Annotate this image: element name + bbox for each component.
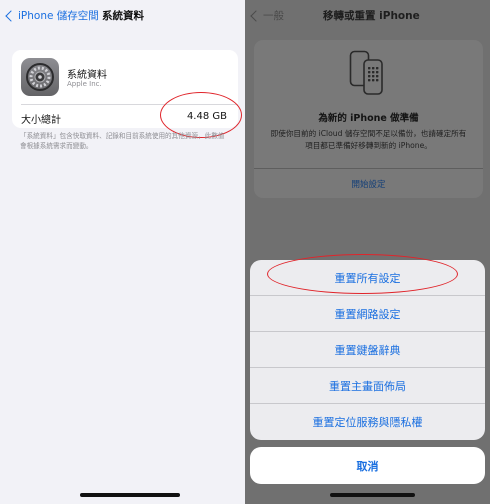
back-label: iPhone 儲存空間 — [18, 10, 99, 22]
prepare-title: 為新的 iPhone 做準備 — [318, 113, 419, 124]
back-button[interactable]: iPhone 儲存空間 — [4, 8, 99, 23]
reset-home-screen-layout-button[interactable]: 重置主畫面佈局 — [250, 368, 485, 404]
prepare-card: 為新的 iPhone 做準備 即使你目前的 iCloud 儲存空間不足以備份，也… — [254, 40, 483, 198]
chevron-left-icon — [5, 9, 17, 22]
nav-bar: 一般 移轉或重置 iPhone — [245, 8, 490, 26]
get-started-link[interactable]: 開始設定 — [254, 178, 483, 190]
app-name: 系統資料 — [67, 70, 107, 81]
chevron-left-icon — [250, 9, 262, 22]
page-title: 移轉或重置 iPhone — [323, 10, 420, 22]
footer-note: 「系統資料」包含快取資料、記錄和目前系統使用的其他資源，此數值會根據系統需求而變… — [20, 132, 225, 150]
back-label: 一般 — [263, 10, 284, 22]
highlight-ring — [267, 254, 458, 294]
nav-bar: iPhone 儲存空間 系統資料 — [0, 8, 245, 26]
reset-network-settings-button[interactable]: 重置網路設定 — [250, 296, 485, 332]
reset-location-privacy-button[interactable]: 重置定位服務與隱私權 — [250, 404, 485, 440]
storage-screen: iPhone 儲存空間 系統資料 系統資料 Apple Inc. 大小總計 4.… — [0, 0, 245, 504]
phone-transfer-icon — [349, 50, 383, 95]
reset-keyboard-dictionary-button[interactable]: 重置鍵盤辭典 — [250, 332, 485, 368]
divider — [254, 168, 483, 169]
home-indicator — [80, 493, 180, 497]
size-label: 大小總計 — [21, 115, 61, 126]
gear-icon — [21, 58, 59, 96]
app-developer: Apple Inc. — [67, 80, 102, 88]
home-indicator — [330, 493, 415, 497]
page-title: 系統資料 — [102, 10, 144, 22]
transfer-reset-screen: 一般 移轉或重置 iPhone 為新的 iPhone 做準備 即使你目前的 iC… — [245, 0, 490, 504]
cancel-button[interactable]: 取消 — [250, 447, 485, 484]
back-button[interactable]: 一般 — [249, 8, 284, 23]
prepare-description: 即使你目前的 iCloud 儲存空間不足以備份，也請確定所有項目都已準備好移轉到… — [270, 129, 467, 150]
